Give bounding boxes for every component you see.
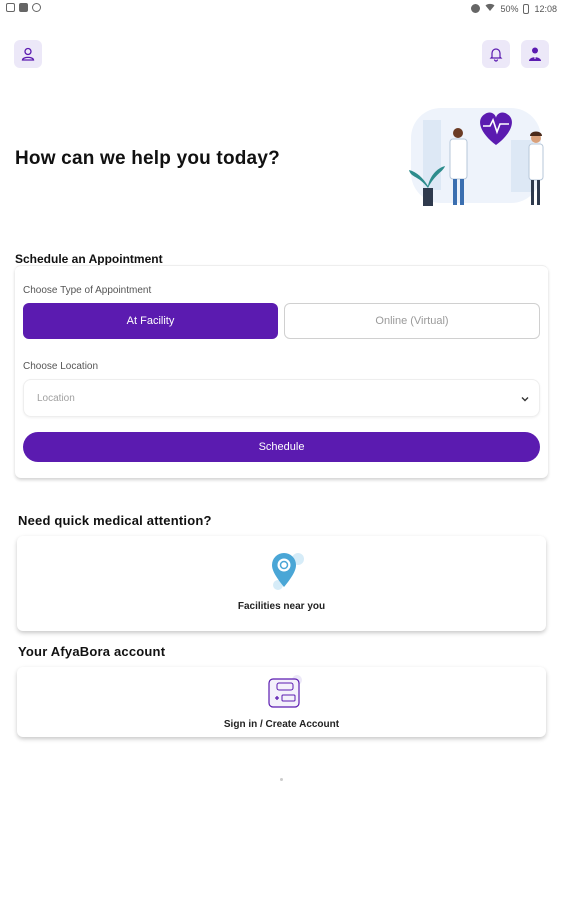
facilities-near-you-label: Facilities near you xyxy=(237,601,326,612)
appointment-section-title: Schedule an Appointment xyxy=(15,252,163,266)
at-facility-option[interactable]: At Facility xyxy=(23,303,278,339)
status-bar: 50% 12:08 xyxy=(0,0,563,18)
appointment-type-label: Choose Type of Appointment xyxy=(23,285,152,296)
lock-notification-icon xyxy=(19,3,28,12)
sign-in-label: Sign in / Create Account xyxy=(223,719,340,730)
sync-notification-icon xyxy=(32,3,41,12)
data-saver-icon xyxy=(471,4,481,13)
page-title: How can we help you today? xyxy=(15,148,280,169)
gallery-notification-icon xyxy=(6,3,15,12)
online-virtual-option[interactable]: Online (Virtual) xyxy=(284,303,540,339)
id-card-icon xyxy=(268,675,302,708)
profile-button[interactable] xyxy=(14,40,42,68)
facilities-near-you-tile[interactable]: Facilities near you xyxy=(17,536,546,631)
battery-icon xyxy=(523,3,530,14)
wifi-icon xyxy=(485,3,495,14)
status-system: 50% 12:08 xyxy=(471,3,557,14)
schedule-button[interactable]: Schedule xyxy=(23,432,540,462)
account-section-title: Your AfyaBora account xyxy=(18,644,166,659)
doctor-icon xyxy=(529,47,541,61)
doctors-illustration xyxy=(409,108,544,206)
chevron-down-icon xyxy=(521,397,529,402)
quick-attention-title: Need quick medical attention? xyxy=(18,513,212,528)
clock: 12:08 xyxy=(534,3,557,14)
sign-in-tile[interactable]: Sign in / Create Account xyxy=(17,667,546,737)
user-icon xyxy=(21,47,35,61)
location-label: Choose Location xyxy=(23,361,99,372)
battery-percent: 50% xyxy=(500,3,519,14)
page-indicator xyxy=(280,778,283,781)
location-select[interactable]: Location xyxy=(23,379,540,417)
bell-icon xyxy=(489,48,503,62)
location-placeholder: Location xyxy=(37,393,75,404)
location-pin-icon xyxy=(272,553,304,590)
doctor-button[interactable] xyxy=(521,40,549,68)
notifications-button[interactable] xyxy=(482,40,510,68)
status-notifications xyxy=(6,3,41,12)
